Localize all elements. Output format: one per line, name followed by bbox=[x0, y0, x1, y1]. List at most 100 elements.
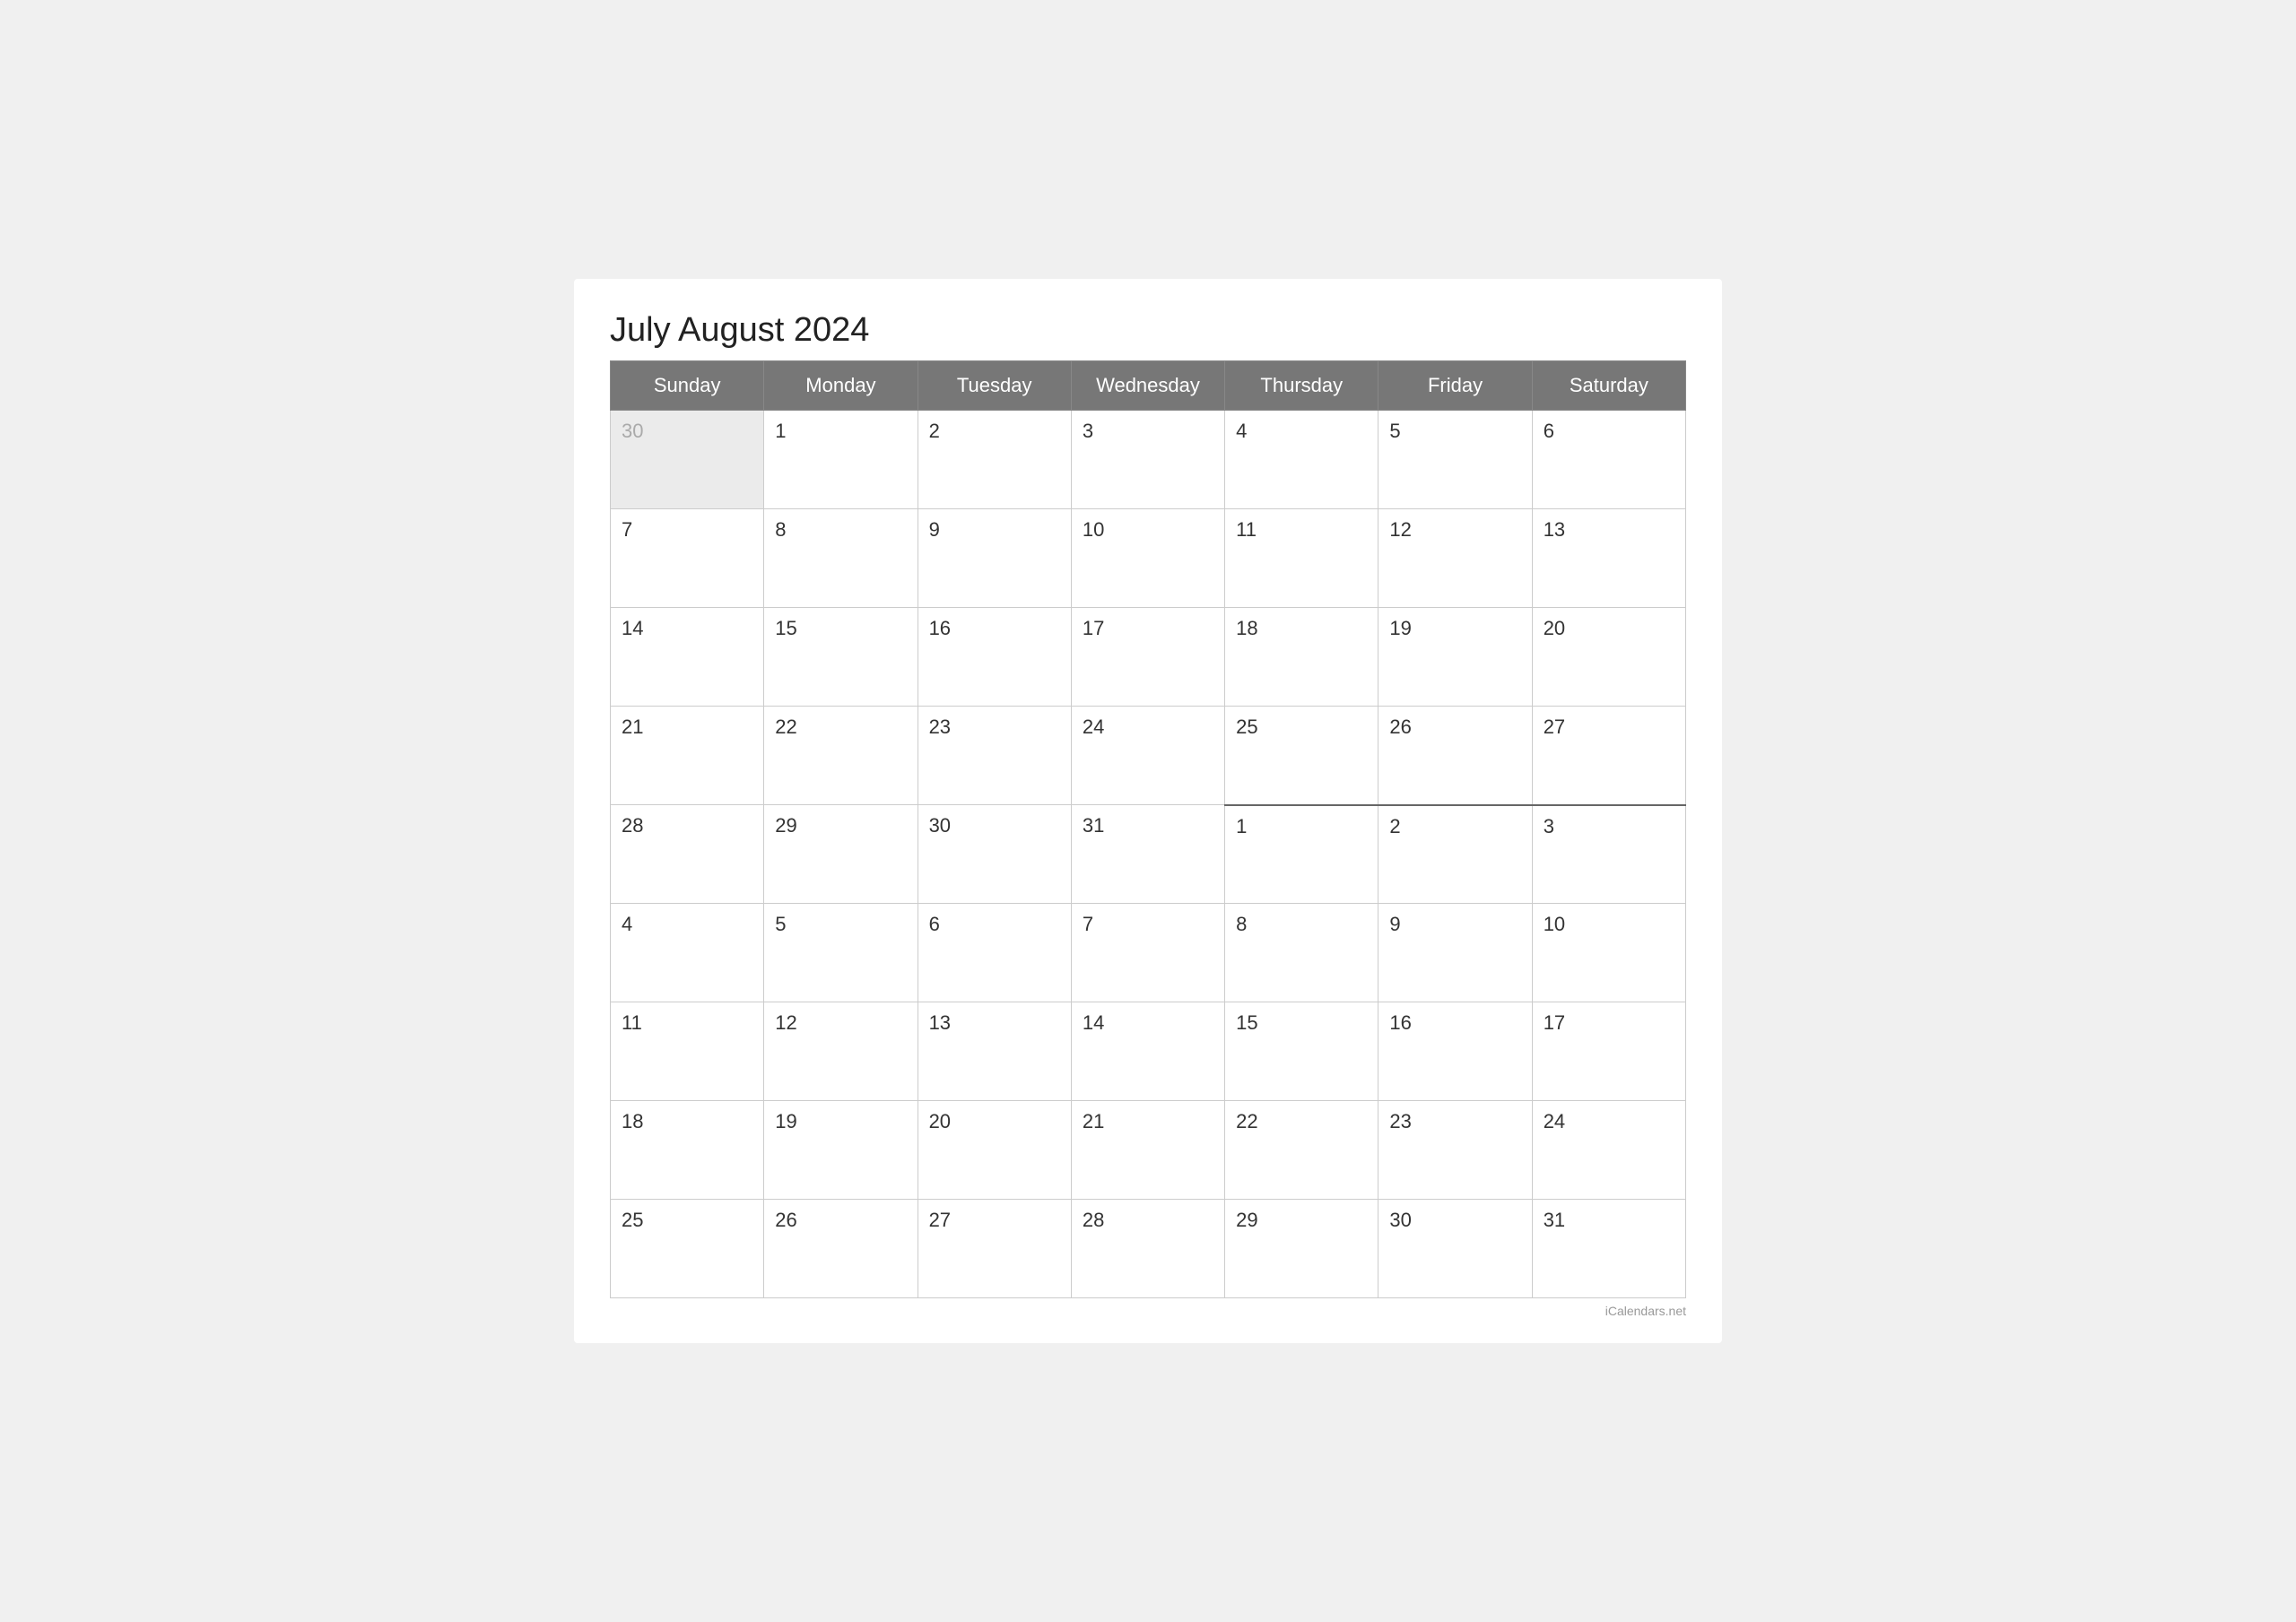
calendar-day: 29 bbox=[764, 805, 918, 904]
calendar-container: July August 2024 SundayMondayTuesdayWedn… bbox=[574, 279, 1722, 1343]
calendar-day: 9 bbox=[1378, 904, 1532, 1002]
day-number: 18 bbox=[622, 1110, 643, 1132]
day-number: 29 bbox=[1236, 1209, 1257, 1231]
calendar-day: 4 bbox=[611, 904, 764, 1002]
day-number: 16 bbox=[1389, 1011, 1411, 1034]
calendar-day: 10 bbox=[1071, 509, 1224, 608]
calendar-day: 19 bbox=[764, 1101, 918, 1200]
day-number: 21 bbox=[622, 716, 643, 738]
calendar-day: 23 bbox=[918, 707, 1071, 805]
day-number: 19 bbox=[775, 1110, 796, 1132]
day-number: 15 bbox=[1236, 1011, 1257, 1034]
day-number: 3 bbox=[1544, 815, 1554, 837]
day-number: 2 bbox=[929, 420, 940, 442]
day-number: 9 bbox=[1389, 913, 1400, 935]
watermark: iCalendars.net bbox=[610, 1304, 1686, 1318]
calendar-day: 7 bbox=[1071, 904, 1224, 1002]
calendar-body: 3012345678910111213141516171819202122232… bbox=[611, 411, 1686, 1298]
calendar-day: 11 bbox=[611, 1002, 764, 1101]
day-number: 4 bbox=[1236, 420, 1247, 442]
calendar-day: 28 bbox=[1071, 1200, 1224, 1298]
calendar-day: 22 bbox=[1225, 1101, 1378, 1200]
day-number: 26 bbox=[775, 1209, 796, 1231]
calendar-header: SundayMondayTuesdayWednesdayThursdayFrid… bbox=[611, 361, 1686, 411]
day-number: 13 bbox=[1544, 518, 1565, 541]
day-number: 27 bbox=[1544, 716, 1565, 738]
calendar-day: 21 bbox=[1071, 1101, 1224, 1200]
day-number: 24 bbox=[1083, 716, 1104, 738]
calendar-day: 20 bbox=[1532, 608, 1685, 707]
calendar-day: 17 bbox=[1071, 608, 1224, 707]
header-cell-friday: Friday bbox=[1378, 361, 1532, 411]
day-number: 8 bbox=[1236, 913, 1247, 935]
calendar-day: 5 bbox=[1378, 411, 1532, 509]
day-number: 6 bbox=[1544, 420, 1554, 442]
calendar-day: 25 bbox=[1225, 707, 1378, 805]
calendar-day: 3 bbox=[1071, 411, 1224, 509]
calendar-day: 9 bbox=[918, 509, 1071, 608]
day-number: 10 bbox=[1083, 518, 1104, 541]
day-number: 15 bbox=[775, 617, 796, 639]
header-cell-monday: Monday bbox=[764, 361, 918, 411]
header-cell-wednesday: Wednesday bbox=[1071, 361, 1224, 411]
day-number: 28 bbox=[622, 814, 643, 837]
day-number: 24 bbox=[1544, 1110, 1565, 1132]
day-number: 2 bbox=[1389, 815, 1400, 837]
day-number: 28 bbox=[1083, 1209, 1104, 1231]
calendar-day: 24 bbox=[1532, 1101, 1685, 1200]
calendar-day: 8 bbox=[1225, 904, 1378, 1002]
calendar-day: 13 bbox=[1532, 509, 1685, 608]
day-number: 30 bbox=[929, 814, 951, 837]
calendar-day: 13 bbox=[918, 1002, 1071, 1101]
calendar-day: 26 bbox=[1378, 707, 1532, 805]
calendar-day: 19 bbox=[1378, 608, 1532, 707]
calendar-day: 30 bbox=[918, 805, 1071, 904]
day-number: 12 bbox=[775, 1011, 796, 1034]
calendar-day: 1 bbox=[1225, 805, 1378, 904]
calendar-day: 12 bbox=[1378, 509, 1532, 608]
header-cell-sunday: Sunday bbox=[611, 361, 764, 411]
day-number: 5 bbox=[775, 913, 786, 935]
calendar-week-4: 28 29 30 3112 3 bbox=[611, 805, 1686, 904]
day-number: 25 bbox=[622, 1209, 643, 1231]
calendar-day: 31 bbox=[1071, 805, 1224, 904]
calendar-day: 29 bbox=[1225, 1200, 1378, 1298]
calendar-day: 27 bbox=[1532, 707, 1685, 805]
calendar-day: 2 bbox=[918, 411, 1071, 509]
calendar-week-7: 18 19 20 21 2223 24 bbox=[611, 1101, 1686, 1200]
calendar-day: 11 bbox=[1225, 509, 1378, 608]
calendar-day: 24 bbox=[1071, 707, 1224, 805]
calendar-day: 28 bbox=[611, 805, 764, 904]
day-number: 20 bbox=[1544, 617, 1565, 639]
day-number: 30 bbox=[622, 420, 643, 442]
day-number: 12 bbox=[1389, 518, 1411, 541]
calendar-day: 10 bbox=[1532, 904, 1685, 1002]
calendar-day: 18 bbox=[611, 1101, 764, 1200]
calendar-day: 1 bbox=[764, 411, 918, 509]
day-number: 20 bbox=[929, 1110, 951, 1132]
calendar-day: 4 bbox=[1225, 411, 1378, 509]
day-number: 26 bbox=[1389, 716, 1411, 738]
calendar-day: 15 bbox=[1225, 1002, 1378, 1101]
header-row: SundayMondayTuesdayWednesdayThursdayFrid… bbox=[611, 361, 1686, 411]
calendar-week-2: 14151617181920 bbox=[611, 608, 1686, 707]
day-number: 25 bbox=[1236, 716, 1257, 738]
header-cell-saturday: Saturday bbox=[1532, 361, 1685, 411]
calendar-day: 6 bbox=[1532, 411, 1685, 509]
calendar-week-5: 45 6 78 9 10 bbox=[611, 904, 1686, 1002]
calendar-day: 30 bbox=[611, 411, 764, 509]
day-number: 6 bbox=[929, 913, 940, 935]
day-number: 10 bbox=[1544, 913, 1565, 935]
day-number: 14 bbox=[622, 617, 643, 639]
calendar-title: July August 2024 bbox=[610, 311, 1686, 350]
day-number: 22 bbox=[775, 716, 796, 738]
calendar-day: 8 bbox=[764, 509, 918, 608]
day-number: 17 bbox=[1544, 1011, 1565, 1034]
calendar-day: 6 bbox=[918, 904, 1071, 1002]
calendar-day: 21 bbox=[611, 707, 764, 805]
calendar-day: 23 bbox=[1378, 1101, 1532, 1200]
calendar-day: 7 bbox=[611, 509, 764, 608]
calendar-day: 31 bbox=[1532, 1200, 1685, 1298]
day-number: 16 bbox=[929, 617, 951, 639]
day-number: 21 bbox=[1083, 1110, 1104, 1132]
